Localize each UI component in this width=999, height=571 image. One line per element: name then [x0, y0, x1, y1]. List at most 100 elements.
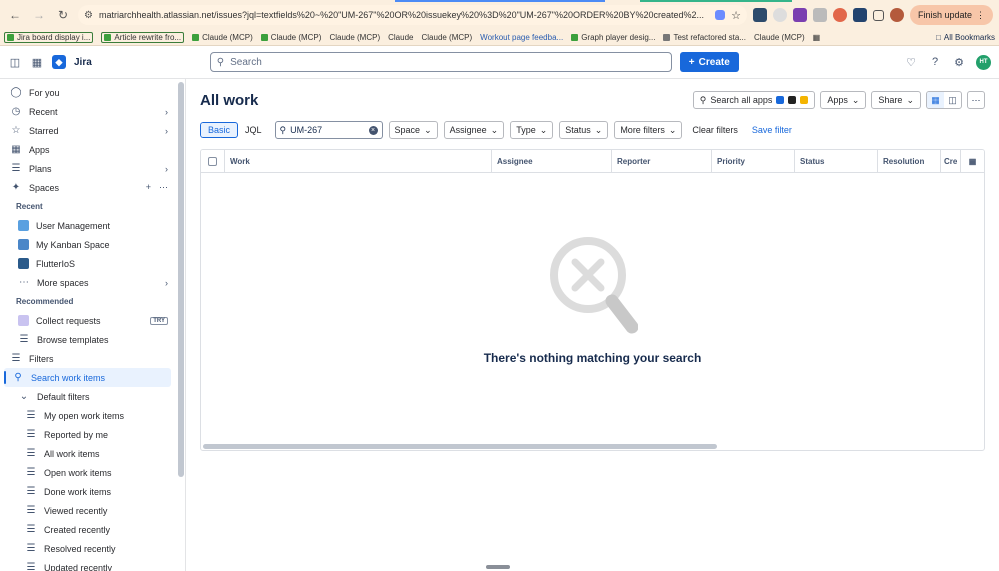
help-icon[interactable]: ? — [928, 55, 942, 69]
column-header-created[interactable]: Cre — [941, 150, 961, 172]
more-filters-dropdown[interactable]: More filters ⌄ — [614, 121, 683, 139]
clear-filters-button[interactable]: Clear filters — [688, 125, 742, 135]
github-app-icon — [788, 96, 797, 104]
bookmark-item[interactable]: Test refactored sta... — [663, 33, 746, 42]
bookmark-item[interactable]: Claude (MCP) — [754, 33, 805, 42]
bookmark-item[interactable]: Claude (MCP) — [329, 33, 380, 42]
sidebar-item-starred[interactable]: ☆ Starred › — [0, 121, 178, 140]
sidebar-item-search-work-items[interactable]: ⚲ Search work items — [4, 368, 171, 387]
default-filters-item[interactable]: ⌄ Default filters — [0, 387, 178, 406]
collect-requests-item[interactable]: Collect requests TRY — [0, 311, 178, 330]
space-item-user-management[interactable]: User Management — [0, 216, 178, 235]
list-view-icon[interactable]: ▦ — [927, 92, 944, 108]
extension-icon-4[interactable] — [812, 8, 827, 22]
app-name[interactable]: Jira — [74, 57, 92, 68]
filter-item[interactable]: ☰ All work items — [0, 444, 178, 463]
resize-handle[interactable] — [486, 565, 510, 569]
column-header-resolution[interactable]: Resolution — [878, 150, 941, 172]
create-button[interactable]: + Create — [679, 52, 739, 72]
sidebar-item-filters[interactable]: ☰ Filters — [0, 349, 178, 368]
horizontal-scrollbar[interactable] — [203, 444, 717, 449]
extension-pin-icon[interactable] — [715, 10, 726, 20]
filter-item[interactable]: ☰ My open work items — [0, 406, 178, 425]
extension-icon-6[interactable] — [852, 8, 867, 22]
filter-item[interactable]: ☰ Resolved recently — [0, 539, 178, 558]
add-space-icon[interactable]: + — [146, 182, 151, 193]
status-filter-dropdown[interactable]: Status ⌄ — [559, 121, 609, 139]
global-search-input[interactable]: ⚲ Search — [209, 52, 672, 72]
share-dropdown[interactable]: Share ⌄ — [871, 91, 921, 109]
filter-list-icon: ☰ — [26, 562, 36, 571]
extension-icon-3[interactable] — [792, 8, 807, 22]
settings-gear-icon[interactable]: ⚙ — [952, 55, 966, 69]
column-picker-icon[interactable]: ▦ — [961, 150, 984, 172]
finish-update-button[interactable]: Finish update ⋮ — [909, 5, 993, 25]
column-header-reporter[interactable]: Reporter — [612, 150, 712, 172]
clear-icon[interactable]: × — [368, 125, 378, 135]
select-all-checkbox[interactable] — [208, 156, 217, 166]
filter-list-icon: ☰ — [26, 429, 36, 440]
extension-icon-2[interactable] — [772, 8, 787, 22]
filter-item[interactable]: ☰ Viewed recently — [0, 501, 178, 520]
extension-icon-5[interactable] — [832, 8, 847, 22]
query-search-input[interactable]: ⚲ UM-267 × — [274, 121, 383, 139]
space-item-fluttierios[interactable]: FlutterIoS — [0, 254, 178, 273]
all-bookmarks-button[interactable]: □ All Bookmarks — [936, 33, 995, 42]
drive-app-icon — [800, 96, 809, 104]
type-filter-dropdown[interactable]: Type ⌄ — [510, 121, 554, 139]
save-filter-button[interactable]: Save filter — [748, 125, 796, 135]
clock-icon: ◷ — [11, 106, 21, 117]
filter-item[interactable]: ☰ Created recently — [0, 520, 178, 539]
sidebar-item-recent[interactable]: ◷ Recent › — [0, 102, 178, 121]
bookmark-item[interactable]: Graph player desig... — [571, 33, 655, 42]
profile-avatar[interactable] — [889, 8, 904, 22]
more-spaces-item[interactable]: ⋯ More spaces › — [0, 273, 178, 292]
bookmark-item[interactable]: Workout page feedba... — [480, 33, 563, 42]
search-all-apps-button[interactable]: ⚲ Search all apps — [692, 91, 816, 109]
sidebar-toggle-icon[interactable]: ◫ — [8, 55, 22, 69]
bookmark-item[interactable]: Article rewrite fro... — [101, 32, 185, 43]
sidebar-item-spaces[interactable]: ✦ Spaces + ⋯ — [0, 178, 178, 197]
more-actions-button[interactable]: ⋯ — [967, 91, 985, 109]
sidebar-scrollbar[interactable] — [178, 82, 184, 477]
more-options-icon[interactable]: ⋯ — [159, 182, 168, 193]
basic-mode-tab[interactable]: Basic — [200, 122, 239, 138]
back-icon[interactable]: ← — [6, 6, 24, 24]
bookmark-star-icon[interactable]: ☆ — [731, 9, 741, 22]
filter-item[interactable]: ☰ Open work items — [0, 463, 178, 482]
column-header-assignee[interactable]: Assignee — [492, 150, 612, 172]
bookmark-item[interactable]: Claude (MCP) — [192, 33, 253, 42]
space-filter-dropdown[interactable]: Space ⌄ — [388, 121, 438, 139]
app-switcher-icon[interactable]: ▦ — [30, 55, 44, 69]
sidebar-item-for-you[interactable]: ◯ For you — [0, 83, 178, 102]
user-avatar[interactable]: HT — [976, 54, 991, 70]
address-bar[interactable]: ⚙ matriarchhealth.atlassian.net/issues?j… — [78, 5, 747, 25]
apps-dropdown[interactable]: Apps ⌄ — [820, 91, 867, 109]
detail-view-icon[interactable]: ◫ — [944, 92, 961, 108]
column-header-priority[interactable]: Priority — [712, 150, 795, 172]
filter-item[interactable]: ☰ Reported by me — [0, 425, 178, 444]
bookmark-item[interactable]: Jira board display i... — [4, 32, 94, 43]
filter-item[interactable]: ☰ Updated recently — [0, 558, 178, 571]
sidebar-item-apps[interactable]: ▦ Apps — [0, 140, 178, 159]
sidebar-label: Spaces — [29, 182, 60, 193]
column-header-work[interactable]: Work — [225, 150, 492, 172]
reload-icon[interactable]: ↻ — [54, 6, 72, 24]
forward-icon[interactable]: → — [30, 6, 48, 24]
sidebar-item-plans[interactable]: ☰ Plans › — [0, 159, 178, 178]
browse-templates-item[interactable]: ☰ Browse templates — [0, 330, 178, 349]
notifications-bell-icon[interactable]: ♡ — [904, 55, 918, 69]
grid-apps-icon[interactable]: ▦ — [813, 33, 821, 42]
filter-item[interactable]: ☰ Done work items — [0, 482, 178, 501]
extensions-puzzle-icon[interactable] — [872, 9, 884, 21]
column-header-status[interactable]: Status — [795, 150, 878, 172]
jira-logo-icon[interactable]: ◆ — [52, 55, 66, 69]
bookmark-item[interactable]: Claude (MCP) — [421, 33, 472, 42]
site-info-icon[interactable]: ⚙ — [84, 10, 93, 21]
jql-mode-tab[interactable]: JQL — [238, 122, 269, 138]
space-item-my-kanban[interactable]: My Kanban Space — [0, 235, 178, 254]
bookmark-item[interactable]: Claude — [388, 33, 413, 42]
assignee-filter-dropdown[interactable]: Assignee ⌄ — [443, 121, 505, 139]
bookmark-item[interactable]: Claude (MCP) — [260, 33, 321, 42]
extension-icon-1[interactable] — [752, 8, 767, 22]
